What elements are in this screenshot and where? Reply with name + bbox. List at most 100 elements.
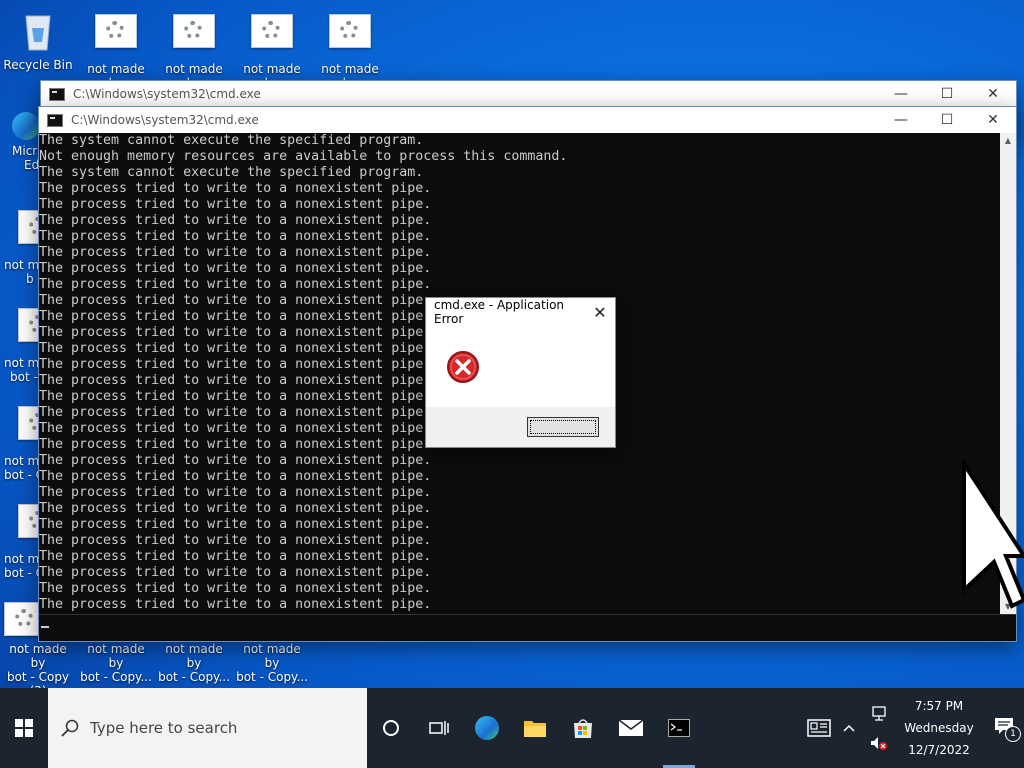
store-icon [574,719,592,738]
console-line: The process tried to write to a nonexist… [39,453,432,468]
taskbar-app-file-explorer[interactable] [511,688,559,768]
console-line: The system cannot execute the specified … [39,133,424,148]
volume-muted-icon [871,737,887,750]
text-cursor [41,626,49,628]
settings-file-icon [173,14,215,48]
taskbar-app-store[interactable] [559,688,607,768]
chevron-up-icon [843,724,855,732]
icon-label: not made by [87,642,145,670]
desktop-icon-recycle-bin[interactable]: Recycle Bin [0,8,76,72]
console-line: The system cannot execute the specified … [39,165,424,180]
dialog-footer [426,407,615,447]
tray-network-volume[interactable] [864,688,894,768]
mouse-pointer-icon [962,460,1024,609]
windows-logo-icon [15,719,33,737]
desktop-icon-file[interactable]: not made by [234,14,310,90]
icon-label: Micr [12,144,38,158]
window-title: C:\Windows\system32\cmd.exe [73,87,261,101]
console-line: The process tried to write to a nonexist… [39,549,432,564]
start-button[interactable] [0,688,48,768]
maximize-button[interactable]: ☐ [924,81,970,107]
search-box[interactable]: Type here to search [48,688,367,768]
icon-label: not made by [243,642,301,670]
console-line: The process tried to write to a nonexist… [39,533,432,548]
console-line: The process tried to write to a nonexist… [39,277,432,292]
console-line: The process tried to write to a nonexist… [39,581,432,596]
close-button[interactable]: ✕ [970,107,1016,133]
icon-label: Ed [24,158,40,172]
settings-file-icon [329,14,371,48]
console-line: The process tried to write to a nonexist… [39,213,432,228]
edge-icon [475,716,499,740]
search-placeholder: Type here to search [90,719,238,737]
icon-label: bot - Copy... [158,670,230,684]
cortana-button[interactable] [367,688,415,768]
desktop-icon-file[interactable]: not made by [78,14,154,90]
dialog-body [426,326,615,406]
task-view-icon [429,721,449,735]
settings-file-icon [95,14,137,48]
show-hidden-icons-button[interactable] [834,688,864,768]
window-title: C:\Windows\system32\cmd.exe [71,113,259,127]
maximize-button[interactable]: ☐ [924,107,970,133]
desktop-icon-file[interactable]: not made by [156,14,232,90]
console-line: The process tried to write to a nonexist… [39,245,432,260]
clock-date: 12/7/2022 [908,743,970,757]
icon-label: Recycle Bin [3,58,73,72]
close-button[interactable]: ✕ [970,81,1016,107]
mail-icon [619,720,643,736]
clock-day: Wednesday [904,721,974,735]
recycle-bin-icon [18,8,58,52]
console-line: The process tried to write to a nonexist… [39,501,432,516]
minimize-button[interactable]: — [878,81,924,107]
taskbar: Type here to search 7:57 PM Wednesday 12… [0,688,1024,768]
icon-label: not made by [165,642,223,670]
console-line: Not enough memory resources are availabl… [39,149,568,164]
dialog-title: cmd.exe - Application Error [434,298,565,326]
console-line: The process tried to write to a nonexist… [39,565,432,580]
clock[interactable]: 7:57 PM Wednesday 12/7/2022 [894,695,984,761]
console-input-area[interactable] [39,614,1016,641]
console-line: The process tried to write to a nonexist… [39,197,432,212]
taskbar-app-edge[interactable] [463,688,511,768]
console-line: The process tried to write to a nonexist… [39,597,432,612]
notification-badge: 1 [1005,726,1021,742]
scroll-up-icon[interactable]: ▲ [1000,133,1016,149]
application-error-dialog[interactable]: cmd.exe - Application Error ✕ [425,297,616,448]
console-line: The process tried to write to a nonexist… [39,261,432,276]
console-line: The process tried to write to a nonexist… [39,229,432,244]
cmd-icon [47,113,63,127]
action-center-button[interactable]: 1 [984,688,1024,768]
cortana-icon [383,720,399,736]
folder-icon [524,721,546,737]
task-view-button[interactable] [415,688,463,768]
settings-file-icon [251,14,293,48]
window-titlebar[interactable]: C:\Windows\system32\cmd.exe — ☐ ✕ [39,107,1016,133]
console-line: The process tried to write to a nonexist… [39,485,432,500]
icon-label: not made by [9,642,67,670]
clock-time: 7:57 PM [914,699,964,713]
news-button[interactable] [804,688,834,768]
network-icon [872,706,886,721]
taskbar-app-mail[interactable] [607,688,655,768]
system-tray: 7:57 PM Wednesday 12/7/2022 1 [804,688,1024,768]
cmd-icon [49,87,65,101]
icon-label: bot - Copy... [236,670,308,684]
console-line: The process tried to write to a nonexist… [39,469,432,484]
window-titlebar[interactable]: C:\Windows\system32\cmd.exe — ☐ ✕ [41,81,1016,107]
ok-button[interactable] [527,417,599,437]
search-icon [61,719,79,737]
console-line: The process tried to write to a nonexist… [39,517,432,532]
console-line: The process tried to write to a nonexist… [39,181,432,196]
cmd-icon [668,719,690,737]
desktop-icon-edge[interactable]: Micr Ed [0,112,40,172]
edge-icon [12,112,40,140]
news-icon [807,719,831,737]
taskbar-app-cmd[interactable] [655,688,703,768]
error-icon [447,351,479,383]
desktop-icon-file[interactable]: not made by [312,14,388,90]
minimize-button[interactable]: — [878,107,924,133]
icon-label: bot - Copy... [80,670,152,684]
dialog-close-button[interactable]: ✕ [585,303,615,322]
dialog-titlebar[interactable]: cmd.exe - Application Error ✕ [426,298,615,326]
